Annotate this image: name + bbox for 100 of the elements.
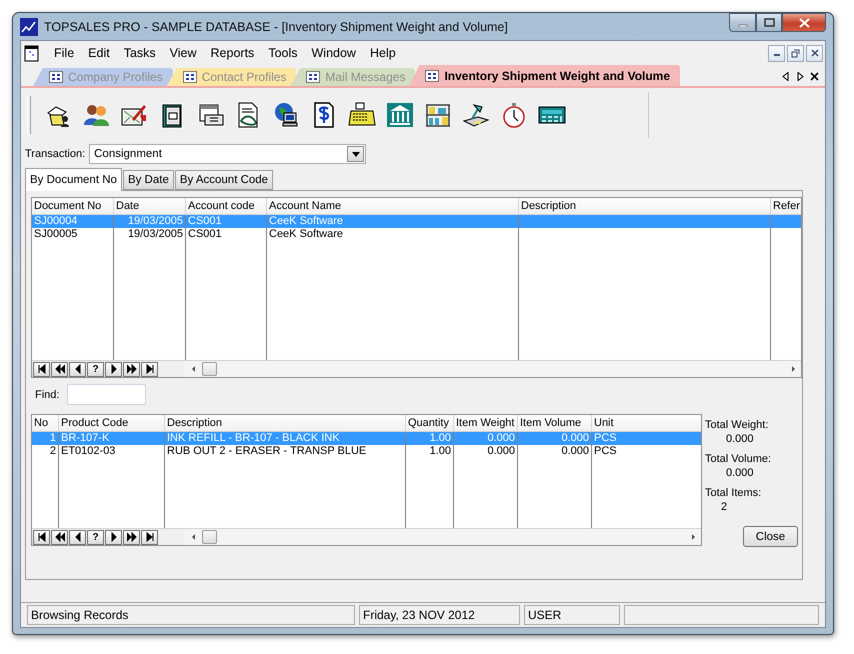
maximize-icon [764, 18, 774, 27]
total-label: Total Weight: [705, 419, 770, 431]
table-cell: CS001 [186, 228, 267, 241]
tab-label: Company Profiles [68, 70, 163, 84]
find-label: Find: [35, 388, 60, 400]
scroll-right-icon[interactable] [689, 533, 697, 541]
close-button[interactable]: Close [743, 526, 798, 547]
transaction-dropdown[interactable]: Consignment [89, 144, 366, 164]
next-record-icon [108, 364, 118, 374]
restore-button[interactable] [787, 44, 804, 62]
window-title: TOPSALES PRO - SAMPLE DATABASE - [Inventory Shipment Weight and Volume] [44, 20, 508, 34]
last-record-button[interactable] [141, 362, 158, 376]
close-button[interactable] [782, 13, 826, 32]
menu-item[interactable]: Tools [261, 46, 304, 60]
scroll-left-icon[interactable] [782, 72, 790, 80]
column-header[interactable]: No [32, 415, 59, 431]
column-header[interactable]: Description [165, 415, 406, 431]
column-header[interactable]: Item Volume [518, 415, 592, 431]
close-button[interactable] [806, 44, 823, 62]
minimize-button[interactable] [729, 13, 756, 32]
total-label: Total Items: [705, 487, 762, 499]
menu-item[interactable]: Help [362, 46, 403, 60]
column-header[interactable]: Account Name [267, 198, 519, 214]
page-forward-button[interactable] [123, 362, 140, 376]
grid-icon [182, 71, 197, 83]
page-back-button[interactable] [51, 362, 68, 376]
horizontal-scrollbar[interactable] [184, 361, 801, 377]
menu-item[interactable]: Window [304, 46, 363, 60]
previous-record-button[interactable] [69, 530, 86, 544]
next-record-button[interactable] [105, 362, 122, 376]
scroll-right-icon[interactable] [789, 365, 797, 373]
menu-item[interactable]: Edit [81, 46, 117, 60]
column-header[interactable]: Description [519, 198, 771, 214]
grid-icon [306, 71, 320, 83]
restore-icon [791, 48, 800, 58]
first-record-button[interactable] [33, 362, 50, 376]
data-grid[interactable]: Document No Date Account code Account Name Description Refer SJ00004 19/03/2005 CS001 CeeK Software SJ00005 19/03/2005 CS001 CeeK Software ? [31, 197, 802, 378]
help-button[interactable]: ? [87, 530, 104, 544]
previous-record-icon [72, 364, 82, 374]
column-header[interactable]: Item Weight [454, 415, 518, 431]
page-forward-button[interactable] [123, 530, 140, 544]
help-button[interactable]: ? [87, 362, 104, 376]
data-grid[interactable]: No Product Code Description Quantity Item Weight Item Volume Unit 1 BR-107-K INK REFILL - BR-107 - BLACK INK 1.00 0.000 0.000 PCS 2 ET0102-03 RUB OUT 2 - ERASER - TRANSP BLUE 1.00 0.000 0.000 PCS ? [31, 414, 702, 546]
horizontal-scrollbar[interactable] [184, 529, 701, 545]
page-forward-icon [126, 364, 136, 374]
status-panel: USER [524, 605, 620, 625]
menu-item[interactable]: File [47, 46, 82, 60]
menu-item[interactable]: Tasks [116, 46, 163, 60]
first-record-icon [36, 532, 46, 542]
column-header[interactable]: Quantity [406, 415, 454, 431]
caret-icon [352, 152, 360, 156]
column-header[interactable]: Account code [186, 198, 267, 214]
scroll-left-icon[interactable] [190, 365, 198, 373]
tab-label: Contact Profiles [202, 70, 286, 84]
view-tab[interactable]: By Account Code [174, 170, 274, 190]
page-forward-icon [126, 532, 136, 542]
previous-record-icon [72, 532, 82, 542]
table-cell: SJ00005 [32, 228, 114, 241]
menu-item[interactable]: Reports [204, 46, 262, 60]
document-icon[interactable] [23, 44, 41, 62]
globe-computer-icon [272, 101, 300, 129]
scrollbar-thumb[interactable] [202, 530, 217, 544]
last-record-icon [144, 532, 154, 542]
total-value: 0.000 [725, 433, 755, 445]
first-record-button[interactable] [33, 530, 50, 544]
column-header[interactable]: Document No [32, 198, 114, 214]
app-logo-icon [20, 18, 38, 36]
find-field[interactable] [67, 384, 146, 405]
table-cell: 1.00 [406, 445, 454, 458]
view-tab[interactable]: By Date [122, 170, 174, 190]
menu-item[interactable]: View [162, 46, 204, 60]
scrollbar-thumb[interactable] [202, 362, 217, 376]
tab-label: Mail Messages [325, 70, 406, 84]
column-header[interactable]: Product Code [59, 415, 165, 431]
scroll-right-icon[interactable] [796, 72, 804, 80]
maximize-button[interactable] [756, 13, 782, 32]
first-record-icon [36, 364, 46, 374]
scroll-left-icon[interactable] [190, 533, 198, 541]
dropdown-button[interactable] [347, 146, 364, 162]
page-back-button[interactable] [51, 530, 68, 544]
last-record-button[interactable] [141, 530, 158, 544]
next-record-icon [108, 532, 118, 542]
next-record-button[interactable] [105, 530, 122, 544]
previous-record-button[interactable] [69, 362, 86, 376]
close-icon[interactable] [810, 72, 819, 80]
table-cell: RUB OUT 2 - ERASER - TRANSP BLUE [165, 445, 406, 458]
document-tab[interactable]: Inventory Shipment Weight and Volume [409, 65, 680, 86]
view-tab[interactable]: By Document No [25, 168, 122, 191]
table-cell: 0.000 [518, 445, 592, 458]
total-value: 2 [720, 501, 728, 513]
page-back-icon [54, 532, 64, 542]
table-cell: ET0102-03 [59, 445, 165, 458]
minimize-button[interactable] [768, 44, 785, 62]
column-header[interactable]: Unit [592, 415, 701, 431]
column-header[interactable]: Refer [771, 198, 801, 214]
tab-label: Inventory Shipment Weight and Volume [444, 68, 670, 82]
column-header[interactable]: Date [114, 198, 186, 214]
table-cell: 19/03/2005 [114, 228, 186, 241]
total-value: 0.000 [725, 467, 755, 479]
table-cell: 2 [32, 445, 59, 458]
